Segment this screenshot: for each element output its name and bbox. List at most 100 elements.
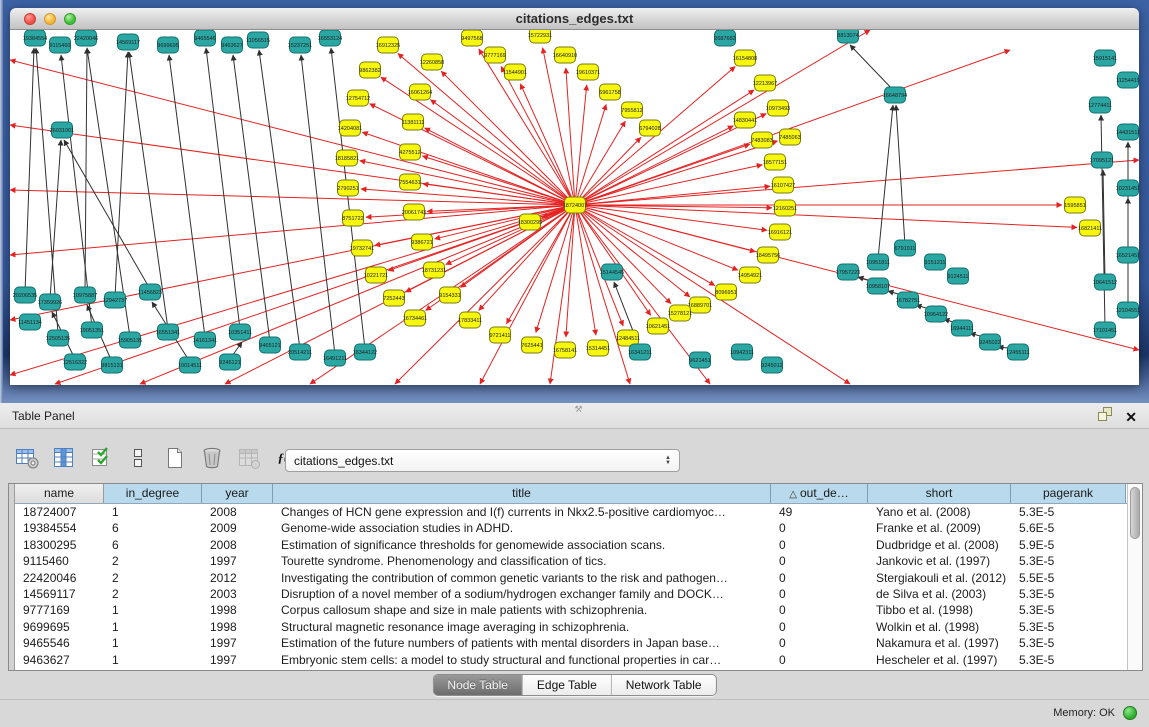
table-cell[interactable]: Corpus callosum shape and size in male p… (273, 602, 771, 618)
table-cell[interactable]: 5.3E-5 (1011, 586, 1126, 602)
splitter-handle-icon[interactable]: ⚒ (575, 404, 583, 415)
table-cell[interactable]: 1997 (202, 635, 273, 651)
select-rows-icon[interactable] (88, 445, 114, 471)
memory-indicator-icon[interactable] (1123, 706, 1137, 720)
table-cell[interactable]: 5.9E-5 (1011, 537, 1126, 553)
table-cell[interactable]: 5.6E-5 (1011, 520, 1126, 536)
table-row[interactable]: 1830029562008Estimation of significance … (15, 537, 1127, 553)
table-cell[interactable]: Nakamura et al. (1997) (868, 635, 1011, 651)
table-cell[interactable]: 0 (771, 553, 868, 569)
table-cell[interactable]: 18724007 (15, 504, 104, 520)
table-cell[interactable]: 5.3E-5 (1011, 504, 1126, 520)
float-panel-icon[interactable] (1098, 407, 1113, 426)
delete-table-icon[interactable] (236, 445, 262, 471)
table-mode-icon[interactable] (14, 445, 40, 471)
table-cell[interactable]: Dudbridge et al. (2008) (868, 537, 1011, 553)
table-cell[interactable]: 2008 (202, 537, 273, 553)
table-cell[interactable]: 9115460 (15, 553, 104, 569)
table-cell[interactable]: 2 (104, 553, 202, 569)
column-header-pagerank[interactable]: pagerank (1011, 484, 1126, 503)
table-cell[interactable]: 0 (771, 586, 868, 602)
table-cell[interactable]: 2009 (202, 520, 273, 536)
window-titlebar[interactable]: citations_edges.txt (10, 8, 1139, 30)
table-cell[interactable]: 1 (104, 504, 202, 520)
table-row[interactable]: 911546021997Tourette syndrome. Phenomeno… (15, 553, 1127, 569)
table-cell[interactable]: Tourette syndrome. Phenomenology and cla… (273, 553, 771, 569)
column-header-title[interactable]: title (273, 484, 771, 503)
table-cell[interactable]: 1 (104, 619, 202, 635)
table-row[interactable]: 977716911998Corpus callosum shape and si… (15, 602, 1127, 618)
table-cell[interactable]: Estimation of the future numbers of pati… (273, 635, 771, 651)
table-cell[interactable]: Hescheler et al. (1997) (868, 652, 1011, 668)
vertical-scrollbar[interactable] (1127, 484, 1142, 670)
table-cell[interactable]: 22420046 (15, 570, 104, 586)
table-cell[interactable]: Structural magnetic resonance image aver… (273, 619, 771, 635)
column-header-out-degree[interactable]: △out_de… (771, 484, 868, 503)
table-cell[interactable]: 14569117 (15, 586, 104, 602)
table-cell[interactable]: 9463627 (15, 652, 104, 668)
table-cell[interactable]: Embryonic stem cells: a model to study s… (273, 652, 771, 668)
table-cell[interactable]: 49 (771, 504, 868, 520)
table-cell[interactable]: 1 (104, 635, 202, 651)
table-cell[interactable]: Genome-wide association studies in ADHD. (273, 520, 771, 536)
column-header-name[interactable]: name (15, 484, 104, 503)
table-cell[interactable]: Stergiakouli et al. (2012) (868, 570, 1011, 586)
table-cell[interactable]: 19384554 (15, 520, 104, 536)
table-cell[interactable]: Yano et al. (2008) (868, 504, 1011, 520)
table-cell[interactable]: 1 (104, 652, 202, 668)
table-cell[interactable]: 1998 (202, 619, 273, 635)
network-canvas-svg[interactable]: 1872400716912325986238212754712142040811… (10, 30, 1139, 385)
table-cell[interactable]: Disruption of a novel member of a sodium… (273, 586, 771, 602)
table-cell[interactable]: 0 (771, 619, 868, 635)
table-cell[interactable]: Estimation of significance thresholds fo… (273, 537, 771, 553)
table-cell[interactable]: 0 (771, 635, 868, 651)
table-cell[interactable]: 2 (104, 570, 202, 586)
table-cell[interactable]: 0 (771, 570, 868, 586)
table-cell[interactable]: 18300295 (15, 537, 104, 553)
table-cell[interactable]: 6 (104, 537, 202, 553)
table-cell[interactable]: Tibbo et al. (1998) (868, 602, 1011, 618)
table-cell[interactable]: Wolkin et al. (1998) (868, 619, 1011, 635)
table-cell[interactable]: 1 (104, 602, 202, 618)
table-row[interactable]: 969969511998Structural magnetic resonanc… (15, 619, 1127, 635)
table-cell[interactable]: Franke et al. (2009) (868, 520, 1011, 536)
column-header-in-degree[interactable]: in_degree (104, 484, 202, 503)
column-header-short[interactable]: short (868, 484, 1011, 503)
table-cell[interactable]: 1997 (202, 652, 273, 668)
table-row[interactable]: 1938455462009Genome-wide association stu… (15, 520, 1127, 536)
close-panel-icon[interactable]: ✕ (1125, 409, 1137, 425)
table-cell[interactable]: 9777169 (15, 602, 104, 618)
table-cell[interactable]: Jankovic et al. (1997) (868, 553, 1011, 569)
table-row[interactable]: 1872400712008Changes of HCN gene express… (15, 504, 1127, 520)
table-cell[interactable]: 6 (104, 520, 202, 536)
create-column-icon[interactable] (162, 445, 188, 471)
table-row[interactable]: 1456911722003Disruption of a novel membe… (15, 586, 1127, 602)
table-cell[interactable]: 5.5E-5 (1011, 570, 1126, 586)
table-cell[interactable]: 9699695 (15, 619, 104, 635)
table-cell[interactable]: 0 (771, 602, 868, 618)
delete-columns-icon[interactable] (199, 445, 225, 471)
table-cell[interactable]: 0 (771, 520, 868, 536)
show-columns-icon[interactable] (51, 445, 77, 471)
table-cell[interactable]: 5.3E-5 (1011, 619, 1126, 635)
table-cell[interactable]: 2003 (202, 586, 273, 602)
table-cell[interactable]: 0 (771, 537, 868, 553)
scrollbar-thumb[interactable] (1130, 487, 1140, 539)
table-cell[interactable]: 1997 (202, 553, 273, 569)
table-cell[interactable]: 2 (104, 586, 202, 602)
table-cell[interactable]: 9465546 (15, 635, 104, 651)
table-cell[interactable]: 5.3E-5 (1011, 635, 1126, 651)
table-cell[interactable]: 0 (771, 652, 868, 668)
table-cell[interactable]: 5.3E-5 (1011, 602, 1126, 618)
table-cell[interactable]: 2008 (202, 504, 273, 520)
tab-network-table[interactable]: Network Table (611, 675, 716, 695)
table-cell[interactable]: de Silva et al. (2003) (868, 586, 1011, 602)
tab-node-table[interactable]: Node Table (433, 675, 522, 695)
table-row[interactable]: 2242004622012Investigating the contribut… (15, 570, 1127, 586)
column-header-year[interactable]: year (202, 484, 273, 503)
network-canvas[interactable]: 1872400716912325986238212754712142040811… (10, 30, 1139, 385)
table-row[interactable]: 946554611997Estimation of the future num… (15, 635, 1127, 651)
tab-edge-table[interactable]: Edge Table (522, 675, 611, 695)
table-cell[interactable]: 1998 (202, 602, 273, 618)
rename-table-icon[interactable] (125, 445, 151, 471)
